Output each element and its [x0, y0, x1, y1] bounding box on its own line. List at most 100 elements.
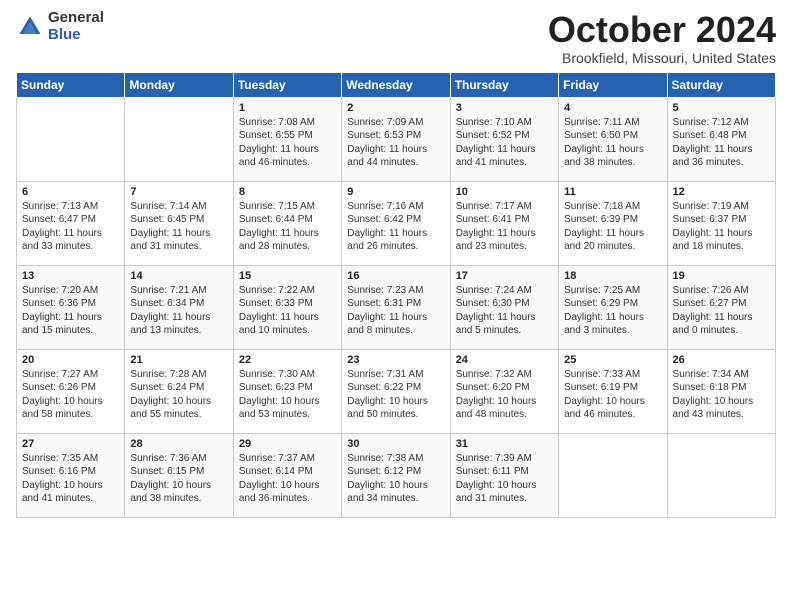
calendar-page: General Blue October 2024 Brookfield, Mi… — [0, 0, 792, 612]
day-number: 24 — [456, 354, 553, 366]
calendar-cell: 6 Sunrise: 7:13 AMSunset: 6:47 PMDaylight… — [17, 181, 125, 265]
calendar-cell: 4Sunrise: 7:11 AMSunset: 6:50 PMDaylight… — [559, 97, 667, 181]
day-number: 14 — [130, 270, 227, 282]
day-info: Sunrise: 7:13 AMSunset: 6:47 PMDaylight:… — [22, 200, 119, 254]
day-info: Sunrise: 7:39 AMSunset: 6:11 PMDaylight:… — [456, 452, 553, 506]
day-number: 7 — [130, 186, 227, 198]
day-info: Sunrise: 7:33 AMSunset: 6:19 PMDaylight:… — [564, 368, 661, 422]
header-row: SundayMondayTuesdayWednesdayThursdayFrid… — [17, 72, 776, 97]
day-info: Sunrise: 7:30 AMSunset: 6:23 PMDaylight:… — [239, 368, 336, 422]
calendar-cell: 26Sunrise: 7:34 AMSunset: 6:18 PMDayligh… — [667, 349, 775, 433]
calendar-cell: 24 Sunrise: 7:32 AMSunset: 6:20 PMDayligh… — [450, 349, 558, 433]
calendar-cell: 11Sunrise: 7:18 AMSunset: 6:39 PMDayligh… — [559, 181, 667, 265]
day-number: 25 — [564, 354, 661, 366]
calendar-cell: 10Sunrise: 7:17 AMSunset: 6:41 PMDayligh… — [450, 181, 558, 265]
calendar-week-row: 1Sunrise: 7:08 AMSunset: 6:55 PMDaylight… — [17, 97, 776, 181]
day-of-week-header: Thursday — [450, 72, 558, 97]
logo-text: General Blue — [48, 10, 104, 43]
day-info: Sunrise: 7:35 AMSunset: 6:16 PMDaylight:… — [22, 452, 119, 506]
calendar-header: SundayMondayTuesdayWednesdayThursdayFrid… — [17, 72, 776, 97]
calendar-cell: 23Sunrise: 7:31 AMSunset: 6:22 PMDayligh… — [342, 349, 450, 433]
day-number: 30 — [347, 438, 444, 450]
day-of-week-header: Saturday — [667, 72, 775, 97]
day-number: 31 — [456, 438, 553, 450]
calendar-cell: 19Sunrise: 7:26 AMSunset: 6:27 PMDayligh… — [667, 265, 775, 349]
calendar-subtitle: Brookfield, Missouri, United States — [548, 50, 776, 66]
calendar-title: October 2024 — [548, 10, 776, 50]
day-number: 28 — [130, 438, 227, 450]
day-info: Sunrise: 7:24 AMSunset: 6:30 PMDaylight:… — [456, 284, 553, 338]
calendar-cell: 20 Sunrise: 7:27 AMSunset: 6:26 PMDayligh… — [17, 349, 125, 433]
day-info: Sunrise: 7:23 AMSunset: 6:31 PMDaylight:… — [347, 284, 444, 338]
day-number: 8 — [239, 186, 336, 198]
calendar-cell: 28 Sunrise: 7:36 AMSunset: 6:15 PMDayligh… — [125, 433, 233, 517]
day-info: Sunrise: 7:12 AMSunset: 6:48 PMDaylight:… — [673, 116, 770, 170]
day-info: Sunrise: 7:38 AMSunset: 6:12 PMDaylight:… — [347, 452, 444, 506]
day-info: Sunrise: 7:14 AMSunset: 6:45 PMDaylight:… — [130, 200, 227, 254]
calendar-cell: 29Sunrise: 7:37 AMSunset: 6:14 PMDayligh… — [233, 433, 341, 517]
day-number: 5 — [673, 102, 770, 114]
title-block: October 2024 Brookfield, Missouri, Unite… — [548, 10, 776, 66]
calendar-cell: 17 Sunrise: 7:24 AMSunset: 6:30 PMDayligh… — [450, 265, 558, 349]
day-info: Sunrise: 7:19 AMSunset: 6:37 PMDaylight:… — [673, 200, 770, 254]
day-info: Sunrise: 7:25 AMSunset: 6:29 PMDaylight:… — [564, 284, 661, 338]
day-number: 4 — [564, 102, 661, 114]
calendar-cell: 8Sunrise: 7:15 AMSunset: 6:44 PMDaylight… — [233, 181, 341, 265]
day-number: 6 — [22, 186, 119, 198]
day-number: 27 — [22, 438, 119, 450]
day-info: Sunrise: 7:27 AMSunset: 6:26 PMDaylight:… — [22, 368, 119, 422]
calendar-cell — [559, 433, 667, 517]
day-info: Sunrise: 7:34 AMSunset: 6:18 PMDaylight:… — [673, 368, 770, 422]
day-number: 16 — [347, 270, 444, 282]
calendar-week-row: 27 Sunrise: 7:35 AMSunset: 6:16 PMDayligh… — [17, 433, 776, 517]
calendar-cell: 3Sunrise: 7:10 AMSunset: 6:52 PMDaylight… — [450, 97, 558, 181]
calendar-cell: 1Sunrise: 7:08 AMSunset: 6:55 PMDaylight… — [233, 97, 341, 181]
calendar-cell: 16 Sunrise: 7:23 AMSunset: 6:31 PMDayligh… — [342, 265, 450, 349]
day-info: Sunrise: 7:20 AMSunset: 6:36 PMDaylight:… — [22, 284, 119, 338]
day-number: 17 — [456, 270, 553, 282]
calendar-cell: 12 Sunrise: 7:19 AMSunset: 6:37 PMDayligh… — [667, 181, 775, 265]
calendar-body: 1Sunrise: 7:08 AMSunset: 6:55 PMDaylight… — [17, 97, 776, 517]
calendar-week-row: 6 Sunrise: 7:13 AMSunset: 6:47 PMDaylight… — [17, 181, 776, 265]
day-of-week-header: Sunday — [17, 72, 125, 97]
day-of-week-header: Tuesday — [233, 72, 341, 97]
day-number: 12 — [673, 186, 770, 198]
calendar-cell: 30 Sunrise: 7:38 AMSunset: 6:12 PMDayligh… — [342, 433, 450, 517]
day-number: 13 — [22, 270, 119, 282]
day-number: 9 — [347, 186, 444, 198]
logo-blue: Blue — [48, 27, 104, 44]
calendar-cell: 22 Sunrise: 7:30 AMSunset: 6:23 PMDayligh… — [233, 349, 341, 433]
calendar-cell: 13 Sunrise: 7:20 AMSunset: 6:36 PMDayligh… — [17, 265, 125, 349]
calendar-cell — [667, 433, 775, 517]
day-number: 23 — [347, 354, 444, 366]
day-number: 1 — [239, 102, 336, 114]
calendar-table: SundayMondayTuesdayWednesdayThursdayFrid… — [16, 72, 776, 518]
day-info: Sunrise: 7:28 AMSunset: 6:24 PMDaylight:… — [130, 368, 227, 422]
calendar-cell: 5 Sunrise: 7:12 AMSunset: 6:48 PMDaylight… — [667, 97, 775, 181]
day-number: 18 — [564, 270, 661, 282]
calendar-cell: 2 Sunrise: 7:09 AMSunset: 6:53 PMDaylight… — [342, 97, 450, 181]
calendar-cell: 15Sunrise: 7:22 AMSunset: 6:33 PMDayligh… — [233, 265, 341, 349]
day-number: 2 — [347, 102, 444, 114]
day-of-week-header: Friday — [559, 72, 667, 97]
calendar-cell: 25 Sunrise: 7:33 AMSunset: 6:19 PMDayligh… — [559, 349, 667, 433]
day-number: 29 — [239, 438, 336, 450]
day-info: Sunrise: 7:16 AMSunset: 6:42 PMDaylight:… — [347, 200, 444, 254]
day-of-week-header: Wednesday — [342, 72, 450, 97]
calendar-week-row: 13 Sunrise: 7:20 AMSunset: 6:36 PMDayligh… — [17, 265, 776, 349]
day-number: 22 — [239, 354, 336, 366]
calendar-cell: 7 Sunrise: 7:14 AMSunset: 6:45 PMDaylight… — [125, 181, 233, 265]
day-number: 20 — [22, 354, 119, 366]
day-info: Sunrise: 7:32 AMSunset: 6:20 PMDaylight:… — [456, 368, 553, 422]
calendar-cell: 9 Sunrise: 7:16 AMSunset: 6:42 PMDaylight… — [342, 181, 450, 265]
logo-general: General — [48, 10, 104, 27]
day-number: 3 — [456, 102, 553, 114]
calendar-cell: 14Sunrise: 7:21 AMSunset: 6:34 PMDayligh… — [125, 265, 233, 349]
day-info: Sunrise: 7:36 AMSunset: 6:15 PMDaylight:… — [130, 452, 227, 506]
day-number: 21 — [130, 354, 227, 366]
logo: General Blue — [16, 10, 104, 43]
calendar-cell — [17, 97, 125, 181]
calendar-cell: 21 Sunrise: 7:28 AMSunset: 6:24 PMDayligh… — [125, 349, 233, 433]
header: General Blue October 2024 Brookfield, Mi… — [16, 10, 776, 66]
day-info: Sunrise: 7:09 AMSunset: 6:53 PMDaylight:… — [347, 116, 444, 170]
